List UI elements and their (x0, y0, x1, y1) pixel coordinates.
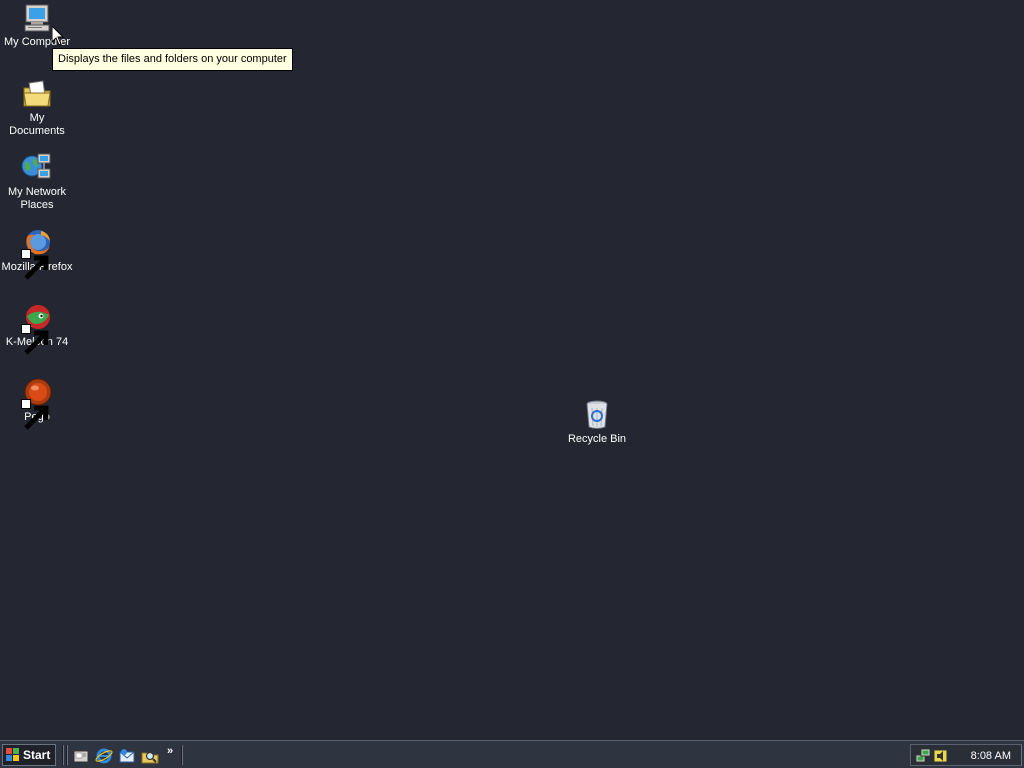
shortcut-arrow-icon (21, 399, 49, 430)
desktop-icon-k-meleon[interactable]: K-Meleon 74 (0, 302, 74, 355)
desktop-icon-recycle-bin[interactable]: Recycle Bin (560, 399, 634, 446)
quick-launch-overflow-button[interactable]: » (167, 745, 173, 757)
show-desktop-icon[interactable] (72, 747, 90, 765)
taskbar-separator (66, 745, 68, 765)
system-tray: 8:08 AM (910, 744, 1022, 766)
mouse-cursor-icon (51, 24, 65, 46)
desktop-icon-label: My Documents (9, 112, 65, 137)
desktop-icon-pego[interactable]: Pego (0, 377, 74, 430)
shortcut-arrow-icon (21, 249, 49, 280)
desktop-icon-my-documents[interactable]: My Documents (0, 78, 74, 138)
shortcut-arrow-icon (21, 324, 49, 355)
taskbar-separator (181, 745, 183, 765)
k-meleon-icon (21, 302, 53, 355)
outlook-express-icon[interactable] (118, 747, 136, 765)
network-places-icon (21, 152, 53, 184)
desktop-icon-my-network-places[interactable]: My Network Places (0, 152, 74, 212)
network-tray-icon[interactable] (915, 748, 931, 764)
volume-tray-icon[interactable] (933, 748, 949, 764)
desktop-icon-mozilla-firefox[interactable]: Mozilla Firefox (0, 227, 74, 280)
my-computer-icon (21, 2, 53, 34)
firefox-icon (21, 227, 53, 280)
internet-explorer-icon[interactable] (95, 747, 113, 765)
windows-logo-icon (6, 748, 19, 761)
start-button[interactable]: Start (2, 744, 56, 766)
pego-icon (21, 377, 53, 430)
taskbar: Start » 8:08 AM (0, 740, 1024, 768)
clock[interactable]: 8:08 AM (971, 750, 1011, 762)
desktop[interactable]: My Computer My Documents My Network Plac… (0, 0, 1024, 740)
recycle-bin-icon (581, 399, 613, 431)
taskbar-separator (62, 745, 64, 765)
tooltip: Displays the files and folders on your c… (52, 48, 293, 71)
desktop-icon-label: Recycle Bin (567, 433, 627, 445)
start-label: Start (23, 748, 51, 762)
my-documents-icon (21, 78, 53, 110)
desktop-icon-label: My Network Places (7, 186, 67, 211)
search-icon[interactable] (141, 747, 159, 765)
